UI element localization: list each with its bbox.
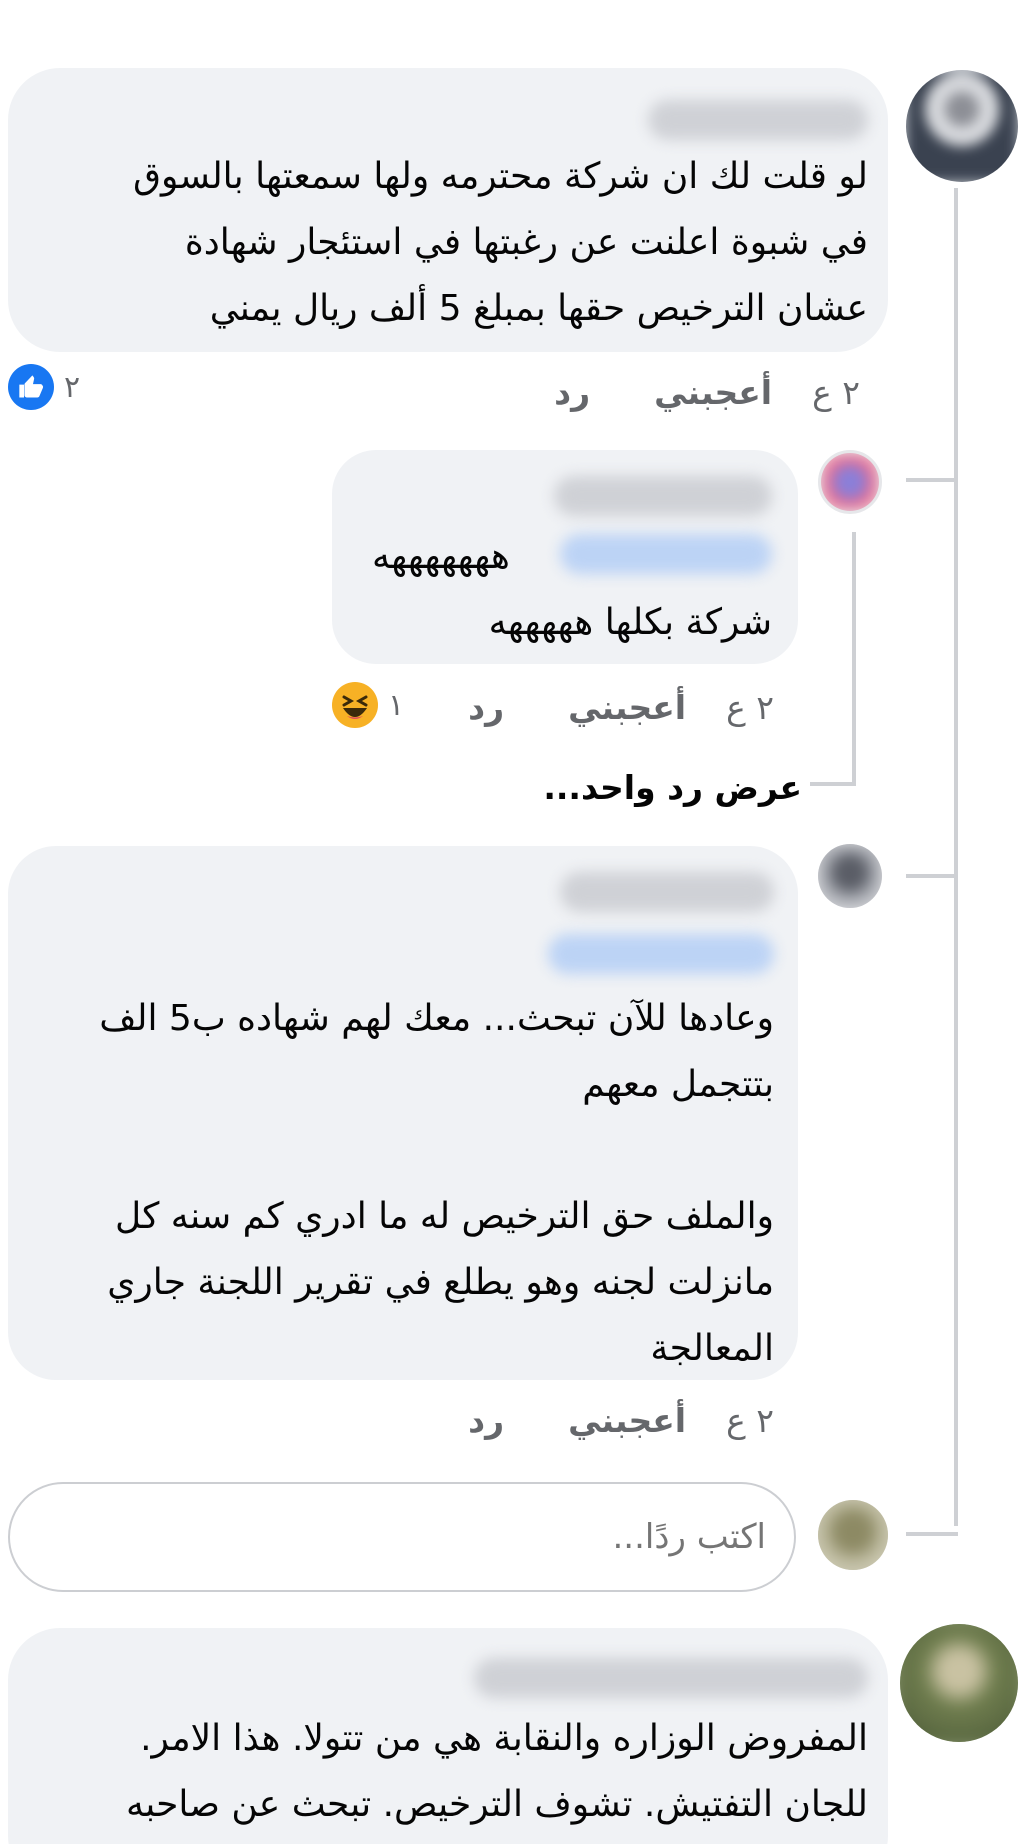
view-more-replies-label[interactable]: عرض رد واحد... [543, 768, 802, 807]
thread-line-branch-3 [906, 1532, 958, 1536]
reply-input[interactable] [40, 1504, 766, 1570]
like-button[interactable]: أعجبني [654, 373, 772, 412]
comment-text: وعادها للآن تبحث... معك لهم شهاده ب5 الف… [99, 998, 774, 1369]
reaction-count: ٢ [64, 369, 81, 405]
like-button[interactable]: أعجبني [568, 688, 686, 727]
avatar[interactable] [818, 450, 882, 514]
comment-time[interactable]: ٢ ع [726, 688, 774, 727]
comment-text: شركة بكلها هههههه [488, 602, 772, 643]
reply-bubble: هههههههه شركة بكلها هههههه [332, 450, 798, 664]
comment-author[interactable] [554, 476, 772, 516]
like-icon [8, 364, 54, 410]
comment-author[interactable] [560, 872, 774, 912]
comment-time[interactable]: ٢ ع [812, 373, 860, 412]
like-button[interactable]: أعجبني [568, 1401, 686, 1440]
comment-actions: ٢ ع أعجبني رد [468, 682, 774, 732]
reply-button[interactable]: رد [468, 1401, 504, 1440]
reaction-summary[interactable]: ١ [332, 682, 404, 728]
thread-line-main [954, 188, 958, 1526]
comment-text: لو قلت لك ان شركة محترمه ولها سمعتها بال… [133, 156, 868, 329]
thread-line-sub-branch [810, 782, 856, 786]
mention-tag[interactable] [560, 534, 772, 574]
comment-author[interactable] [474, 1658, 868, 1698]
comment-bubble: المفروض الوزاره والنقابة هي من تتولا. هذ… [8, 1628, 888, 1844]
thread-line-branch-2 [906, 874, 958, 878]
haha-icon [332, 682, 378, 728]
comment-actions: ٢ ع أعجبني رد [468, 1395, 774, 1445]
reaction-count: ١ [388, 687, 405, 723]
avatar[interactable] [906, 70, 1018, 182]
avatar [818, 1500, 888, 1570]
comment-bubble: لو قلت لك ان شركة محترمه ولها سمعتها بال… [8, 68, 888, 352]
thread-line-sub [852, 532, 856, 784]
thread-line-branch-1 [906, 478, 958, 482]
mention-tag[interactable] [548, 934, 774, 974]
reaction-summary[interactable]: ٢ [8, 364, 80, 410]
comment-time[interactable]: ٢ ع [726, 1401, 774, 1440]
comment-text: المفروض الوزاره والنقابة هي من تتولا. هذ… [125, 1718, 868, 1825]
view-more-replies[interactable]: عرض رد واحد... [543, 762, 802, 812]
mention-laugh: هههههههه [372, 536, 510, 577]
reply-button[interactable]: رد [468, 688, 504, 727]
comment-actions: ٢ ع أعجبني رد [554, 367, 860, 417]
reply-bubble: وعادها للآن تبحث... معك لهم شهاده ب5 الف… [8, 846, 798, 1380]
avatar[interactable] [818, 844, 882, 908]
avatar[interactable] [900, 1624, 1018, 1742]
reply-input-box[interactable] [8, 1482, 796, 1592]
comment-author[interactable] [648, 100, 868, 140]
reply-button[interactable]: رد [554, 373, 590, 412]
